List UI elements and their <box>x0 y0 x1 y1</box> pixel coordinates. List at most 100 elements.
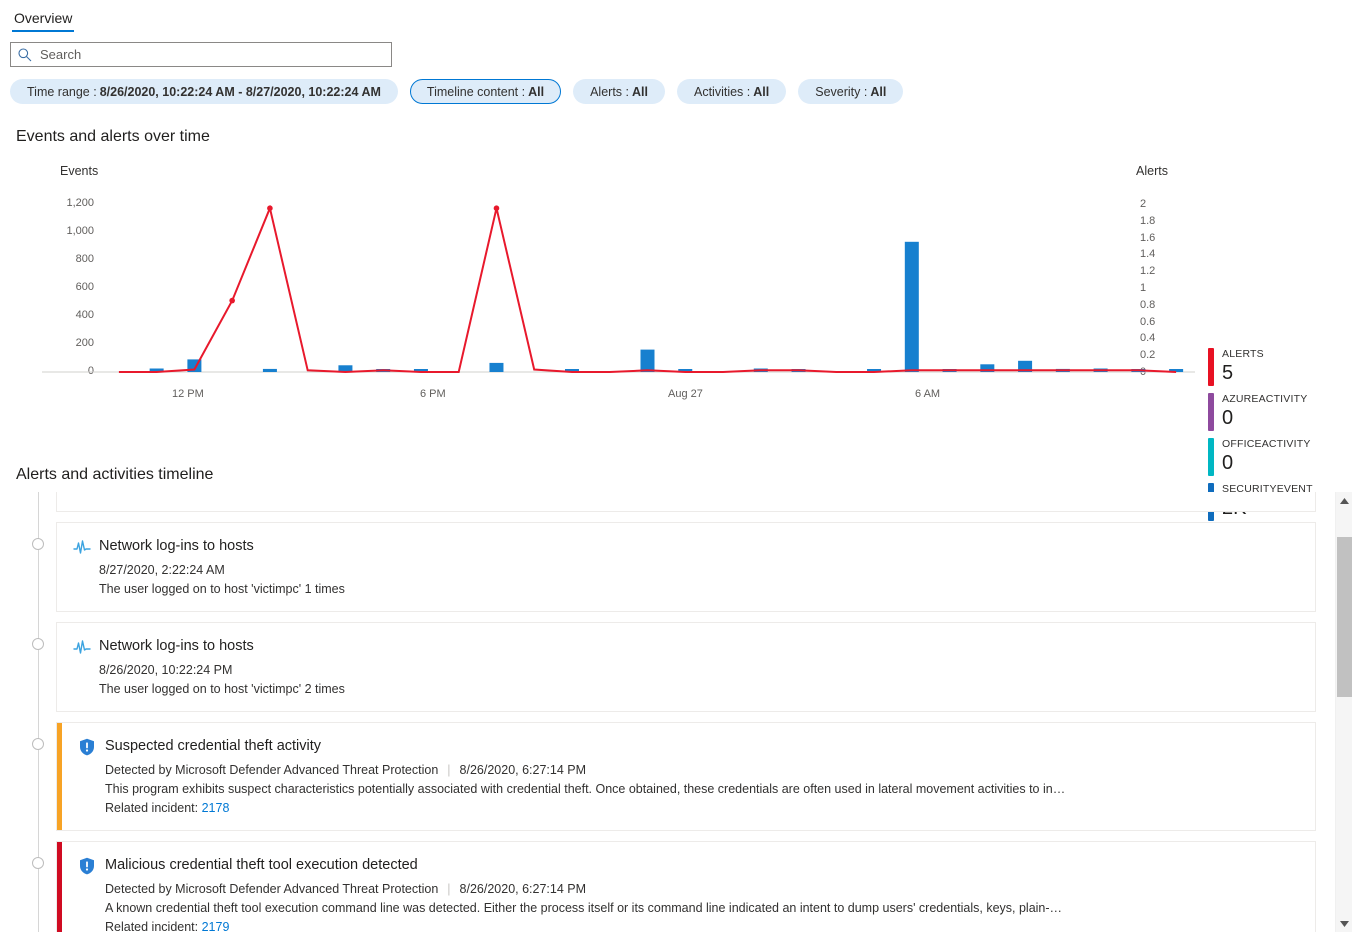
related-incident: Related incident: 2179 <box>105 918 1299 932</box>
timeline-card-title: Malicious credential theft tool executio… <box>105 856 1299 875</box>
legend-swatch-alerts <box>1208 348 1214 386</box>
filter-activities[interactable]: Activities : All <box>677 79 786 104</box>
timeline-alert-entry[interactable]: Malicious credential theft tool executio… <box>0 841 1316 932</box>
chart-bar[interactable] <box>263 369 277 372</box>
chart-bar[interactable] <box>641 350 655 372</box>
legend-item-alerts[interactable]: ALERTS 5 <box>1208 348 1348 386</box>
timeline-card-description: The user logged on to host 'victimpc' 2 … <box>99 680 1299 699</box>
filter-severity-value: All <box>870 85 886 99</box>
severity-indicator <box>57 723 62 830</box>
timeline-activity-entry[interactable]: The user logged on to host 'victimpc' 2 … <box>0 492 1316 512</box>
timeline-card[interactable]: Network log-ins to hosts 8/27/2020, 2:22:… <box>56 522 1316 612</box>
events-alerts-chart: Events Alerts 1,2001,0008006004002000 21… <box>0 152 1352 442</box>
legend-swatch-azureactivity <box>1208 393 1214 431</box>
filter-bar: Time range : 8/26/2020, 10:22:24 AM - 8/… <box>0 67 1352 104</box>
timeline-marker-dot <box>32 738 44 750</box>
filter-time-range[interactable]: Time range : 8/26/2020, 10:22:24 AM - 8/… <box>10 79 398 104</box>
timeline-card[interactable]: The user logged on to host 'victimpc' 2 … <box>56 492 1316 512</box>
filter-alerts[interactable]: Alerts : All <box>573 79 665 104</box>
timeline-card-title: Network log-ins to hosts <box>99 637 1299 656</box>
timeline-marker-dot <box>32 638 44 650</box>
legend-item-azureactivity[interactable]: AZUREACTIVITY 0 <box>1208 393 1348 431</box>
timeline-card-description: A known credential theft tool execution … <box>105 899 1299 918</box>
meta-separator: | <box>447 880 450 899</box>
related-incident-label: Related incident: <box>105 801 202 815</box>
timeline-card-timestamp: 8/26/2020, 6:27:14 PM <box>460 880 586 899</box>
related-incident-label: Related incident: <box>105 920 202 932</box>
related-incident: Related incident: 2178 <box>105 799 1299 818</box>
legend-value-azureactivity: 0 <box>1222 406 1307 430</box>
timeline-card-description: The user logged on to host 'victimpc' 1 … <box>99 580 1299 599</box>
filter-timeline-content-label: Timeline content : <box>427 85 525 99</box>
severity-indicator <box>57 842 62 932</box>
scroll-up-button[interactable] <box>1336 492 1352 509</box>
legend-value-officeactivity: 0 <box>1222 451 1311 475</box>
timeline-card[interactable]: Suspected credential theft activity Detec… <box>56 722 1316 831</box>
timeline-card-body: The user logged on to host 'victimpc' 2 … <box>73 492 1299 511</box>
shield-alert-icon <box>79 856 105 932</box>
search-icon <box>17 47 33 63</box>
timeline-card-timestamp: 8/26/2020, 6:27:14 PM <box>460 761 586 780</box>
timeline-card-title: Network log-ins to hosts <box>99 537 1299 556</box>
filter-time-range-label: Time range : <box>27 85 97 99</box>
timeline-card[interactable]: Network log-ins to hosts 8/26/2020, 10:22… <box>56 622 1316 712</box>
timeline-alert-entry[interactable]: Suspected credential theft activity Detec… <box>0 722 1316 831</box>
timeline-card[interactable]: Malicious credential theft tool executio… <box>56 841 1316 932</box>
timeline-card-body: Network log-ins to hosts 8/27/2020, 2:22:… <box>99 537 1299 599</box>
shield-alert-icon <box>79 737 105 818</box>
timeline-activity-entry[interactable]: Network log-ins to hosts 8/27/2020, 2:22:… <box>0 522 1316 612</box>
activity-pulse-icon <box>73 537 99 599</box>
legend-name-azureactivity: AZUREACTIVITY <box>1222 393 1307 406</box>
filter-alerts-label: Alerts : <box>590 85 629 99</box>
timeline-list: The user logged on to host 'victimpc' 2 … <box>0 492 1316 932</box>
timeline-card-body: Suspected credential theft activity Detec… <box>105 737 1299 818</box>
timeline-card-timestamp: 8/27/2020, 2:22:24 AM <box>99 561 1299 580</box>
legend-item-officeactivity[interactable]: OFFICEACTIVITY 0 <box>1208 438 1348 476</box>
timeline-marker-dot <box>32 538 44 550</box>
detected-by-text: Detected by Microsoft Defender Advanced … <box>105 761 438 780</box>
chart-line-marker[interactable] <box>267 205 273 211</box>
legend-swatch-officeactivity <box>1208 438 1214 476</box>
chart-line-marker[interactable] <box>229 298 235 304</box>
filter-time-range-value: 8/26/2020, 10:22:24 AM - 8/27/2020, 10:2… <box>100 85 381 99</box>
tab-overview-label: Overview <box>14 10 72 26</box>
timeline-card-meta: Detected by Microsoft Defender Advanced … <box>105 761 1299 780</box>
legend-name-alerts: ALERTS <box>1222 348 1264 361</box>
timeline-card-meta: Detected by Microsoft Defender Advanced … <box>105 880 1299 899</box>
chart-bar[interactable] <box>905 242 919 372</box>
chart-alert-line[interactable] <box>119 208 1176 372</box>
scroll-down-button[interactable] <box>1336 915 1352 932</box>
filter-activities-value: All <box>753 85 769 99</box>
legend-name-officeactivity: OFFICEACTIVITY <box>1222 438 1311 451</box>
filter-severity-label: Severity : <box>815 85 867 99</box>
tab-bar: Overview <box>0 0 1352 32</box>
filter-activities-label: Activities : <box>694 85 750 99</box>
activity-pulse-icon <box>73 637 99 699</box>
chart-plot-area[interactable] <box>0 152 1200 412</box>
chart-bar[interactable] <box>489 363 503 372</box>
filter-timeline-content[interactable]: Timeline content : All <box>410 79 561 104</box>
chart-section-title: Events and alerts over time <box>0 128 1352 146</box>
legend-value-alerts: 5 <box>1222 361 1264 385</box>
scrollbar-thumb[interactable] <box>1337 537 1352 697</box>
timeline-card-title: Suspected credential theft activity <box>105 737 1299 756</box>
timeline-scrollbar[interactable] <box>1335 492 1352 932</box>
timeline-card-body: Network log-ins to hosts 8/26/2020, 10:22… <box>99 637 1299 699</box>
filter-alerts-value: All <box>632 85 648 99</box>
timeline-viewport: The user logged on to host 'victimpc' 2 … <box>0 492 1352 932</box>
related-incident-link[interactable]: 2179 <box>202 920 230 932</box>
timeline-card-timestamp: 8/26/2020, 10:22:24 PM <box>99 661 1299 680</box>
timeline-marker-dot <box>32 857 44 869</box>
search-row <box>0 32 1352 67</box>
timeline-section-title: Alerts and activities timeline <box>0 466 1352 484</box>
timeline-activity-entry[interactable]: Network log-ins to hosts 8/26/2020, 10:22… <box>0 622 1316 712</box>
detected-by-text: Detected by Microsoft Defender Advanced … <box>105 880 438 899</box>
filter-severity[interactable]: Severity : All <box>798 79 903 104</box>
search-input[interactable] <box>38 46 385 63</box>
search-box[interactable] <box>10 42 392 67</box>
timeline-card-body: Malicious credential theft tool executio… <box>105 856 1299 932</box>
chart-line-marker[interactable] <box>494 205 500 211</box>
related-incident-link[interactable]: 2178 <box>202 801 230 815</box>
tab-overview[interactable]: Overview <box>12 8 74 32</box>
timeline-card-description: This program exhibits suspect characteri… <box>105 780 1299 799</box>
